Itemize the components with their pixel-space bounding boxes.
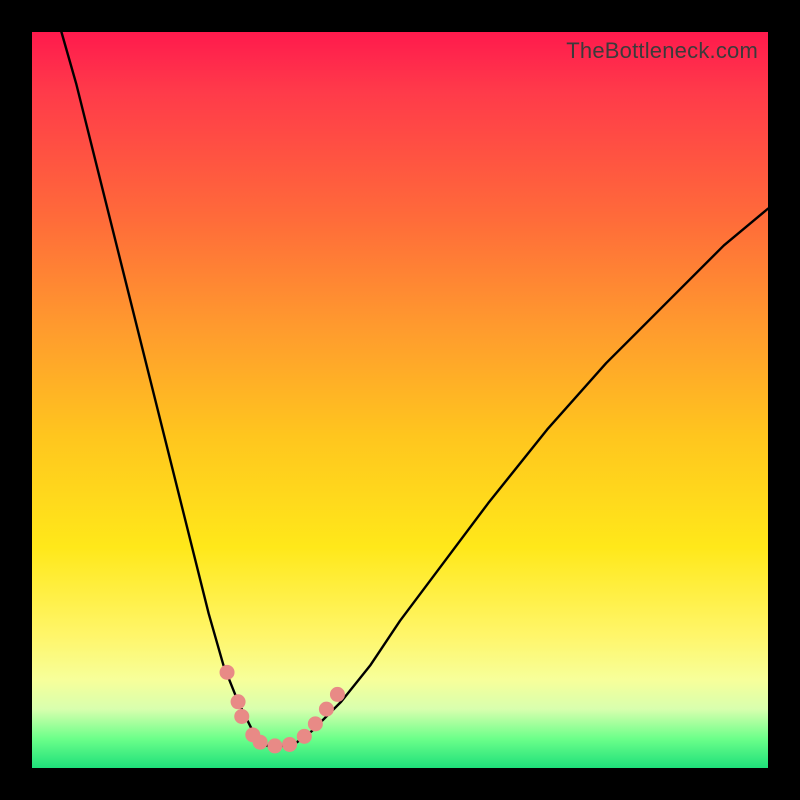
marker-dot bbox=[220, 665, 234, 679]
curve-svg bbox=[32, 32, 768, 768]
marker-dot bbox=[231, 695, 245, 709]
chart-frame: TheBottleneck.com bbox=[0, 0, 800, 800]
marker-dot bbox=[283, 737, 297, 751]
marker-dot bbox=[253, 735, 267, 749]
plot-area: TheBottleneck.com bbox=[32, 32, 768, 768]
marker-dot bbox=[308, 717, 322, 731]
marker-dot bbox=[330, 687, 344, 701]
marker-dot bbox=[235, 709, 249, 723]
marker-dot bbox=[297, 729, 311, 743]
curve-path bbox=[61, 32, 768, 746]
curve-series bbox=[61, 32, 768, 746]
marker-dot bbox=[319, 702, 333, 716]
marker-dots bbox=[220, 665, 344, 753]
marker-dot bbox=[268, 739, 282, 753]
